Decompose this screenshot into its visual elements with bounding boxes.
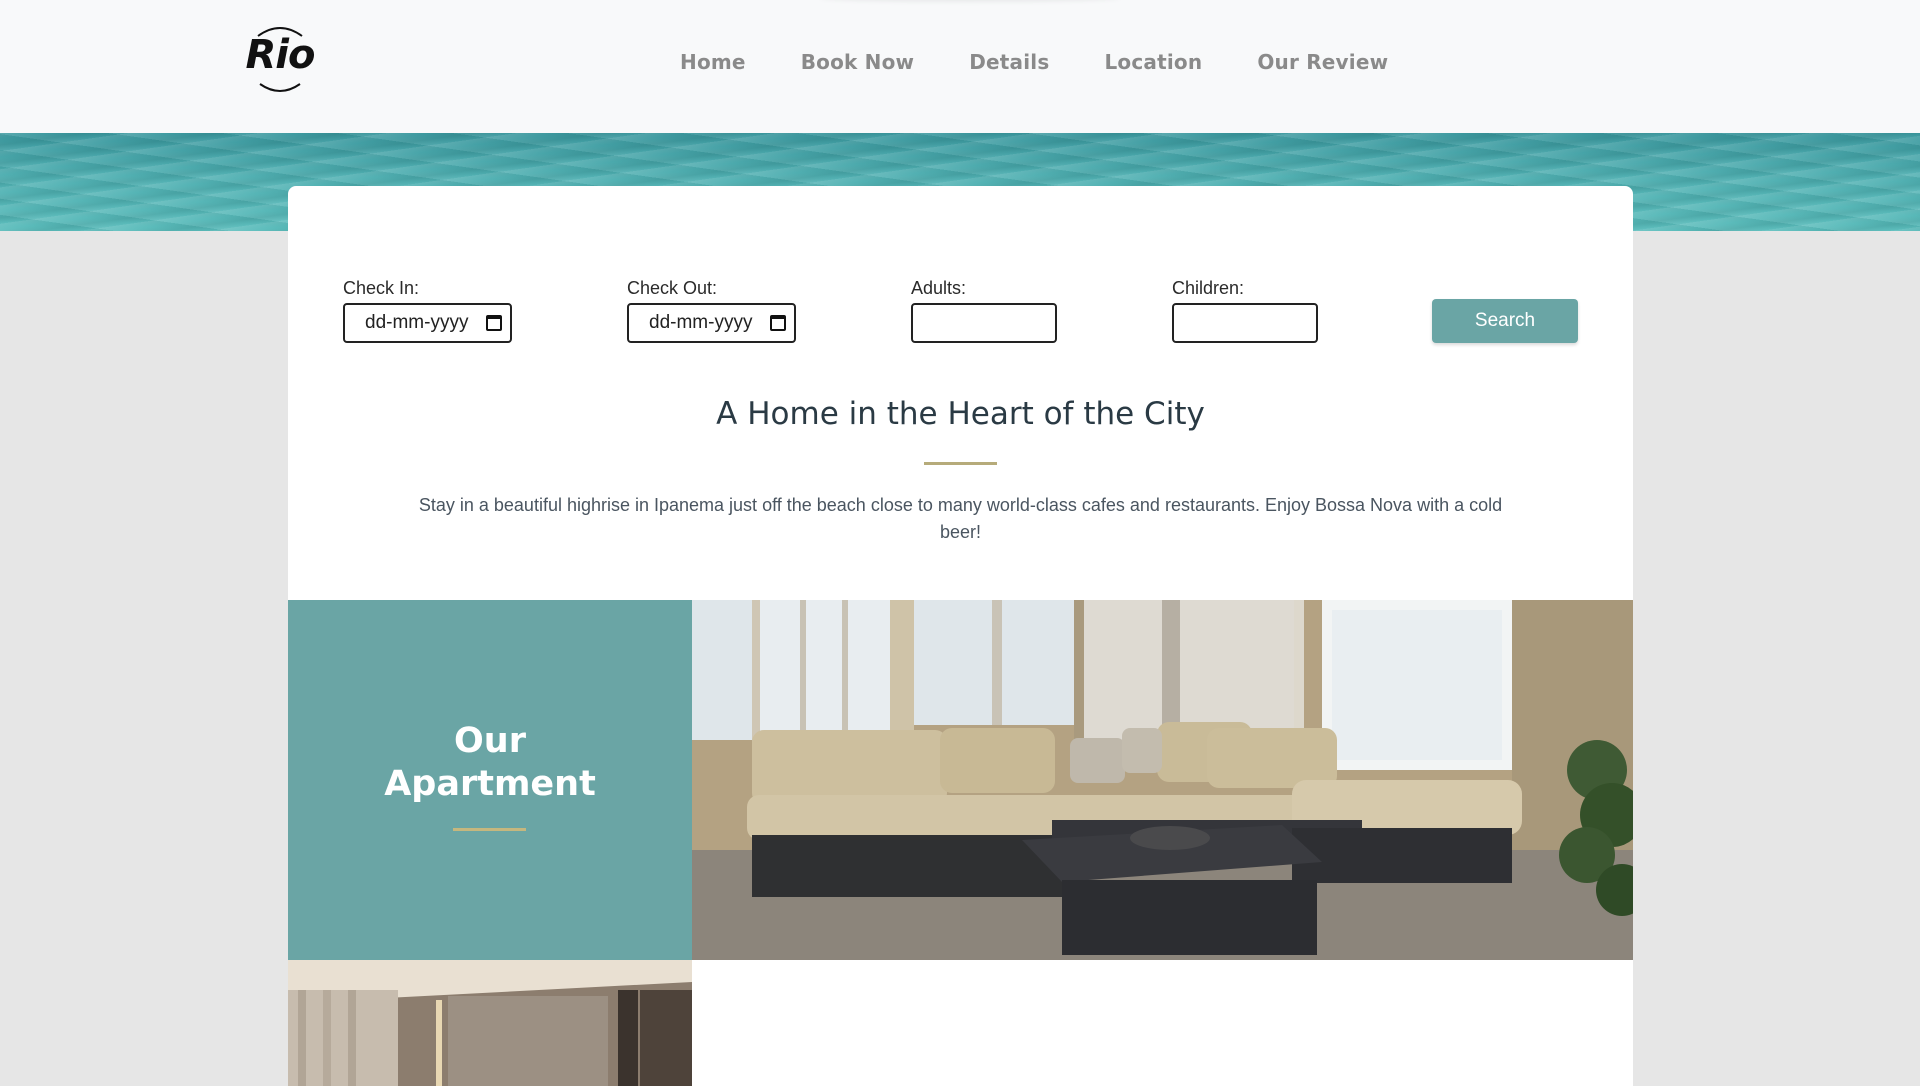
calendar-icon[interactable] [486,315,502,331]
children-input[interactable] [1172,303,1318,343]
section-headline: A Home in the Heart of the City [716,396,1205,432]
nav-our-review[interactable]: Our Review [1257,50,1388,74]
living-room-photo [692,600,1633,960]
check-in-date-input[interactable]: dd-mm-yyyy [343,303,512,343]
check-out-label: Check Out: [627,278,718,298]
adults-label: Adults: [911,278,967,298]
children-label: Children: [1172,278,1245,298]
apartment-panel: Our Apartment [288,600,692,960]
living-room-illustration [692,600,1633,960]
search-button[interactable]: Search [1432,299,1578,343]
apartment-title-line2: Apartment [384,764,596,804]
bedroom-illustration [288,960,692,1086]
main-nav: Home Book Now Details Location Our Revie… [680,50,1388,74]
calendar-icon[interactable] [770,315,786,331]
apartment-divider [453,828,526,831]
adults-input[interactable] [911,303,1057,343]
nav-home[interactable]: Home [680,50,746,74]
check-out-value: dd-mm-yyyy [649,312,753,333]
apartment-title-line1: Our [454,721,526,761]
nav-details[interactable]: Details [969,50,1049,74]
header-tab-shadow [820,0,1120,2]
check-out-date-input[interactable]: dd-mm-yyyy [627,303,796,343]
logo-text: Rio [245,32,316,78]
site-header: Rio Home Book Now Details Location Our R… [0,0,1920,133]
nav-book-now[interactable]: Book Now [801,50,915,74]
check-in-value: dd-mm-yyyy [365,312,469,333]
logo[interactable]: Rio [242,22,318,94]
nav-location[interactable]: Location [1104,50,1202,74]
bedroom-photo [288,960,692,1086]
intro-paragraph: Stay in a beautiful highrise in Ipanema … [418,495,1503,542]
apartment-title: Our Apartment [288,720,692,806]
headline-divider [924,462,997,465]
check-in-label: Check In: [343,278,420,298]
content-card: Check In: dd-mm-yyyy Check Out: dd-mm-yy… [288,186,1633,1086]
